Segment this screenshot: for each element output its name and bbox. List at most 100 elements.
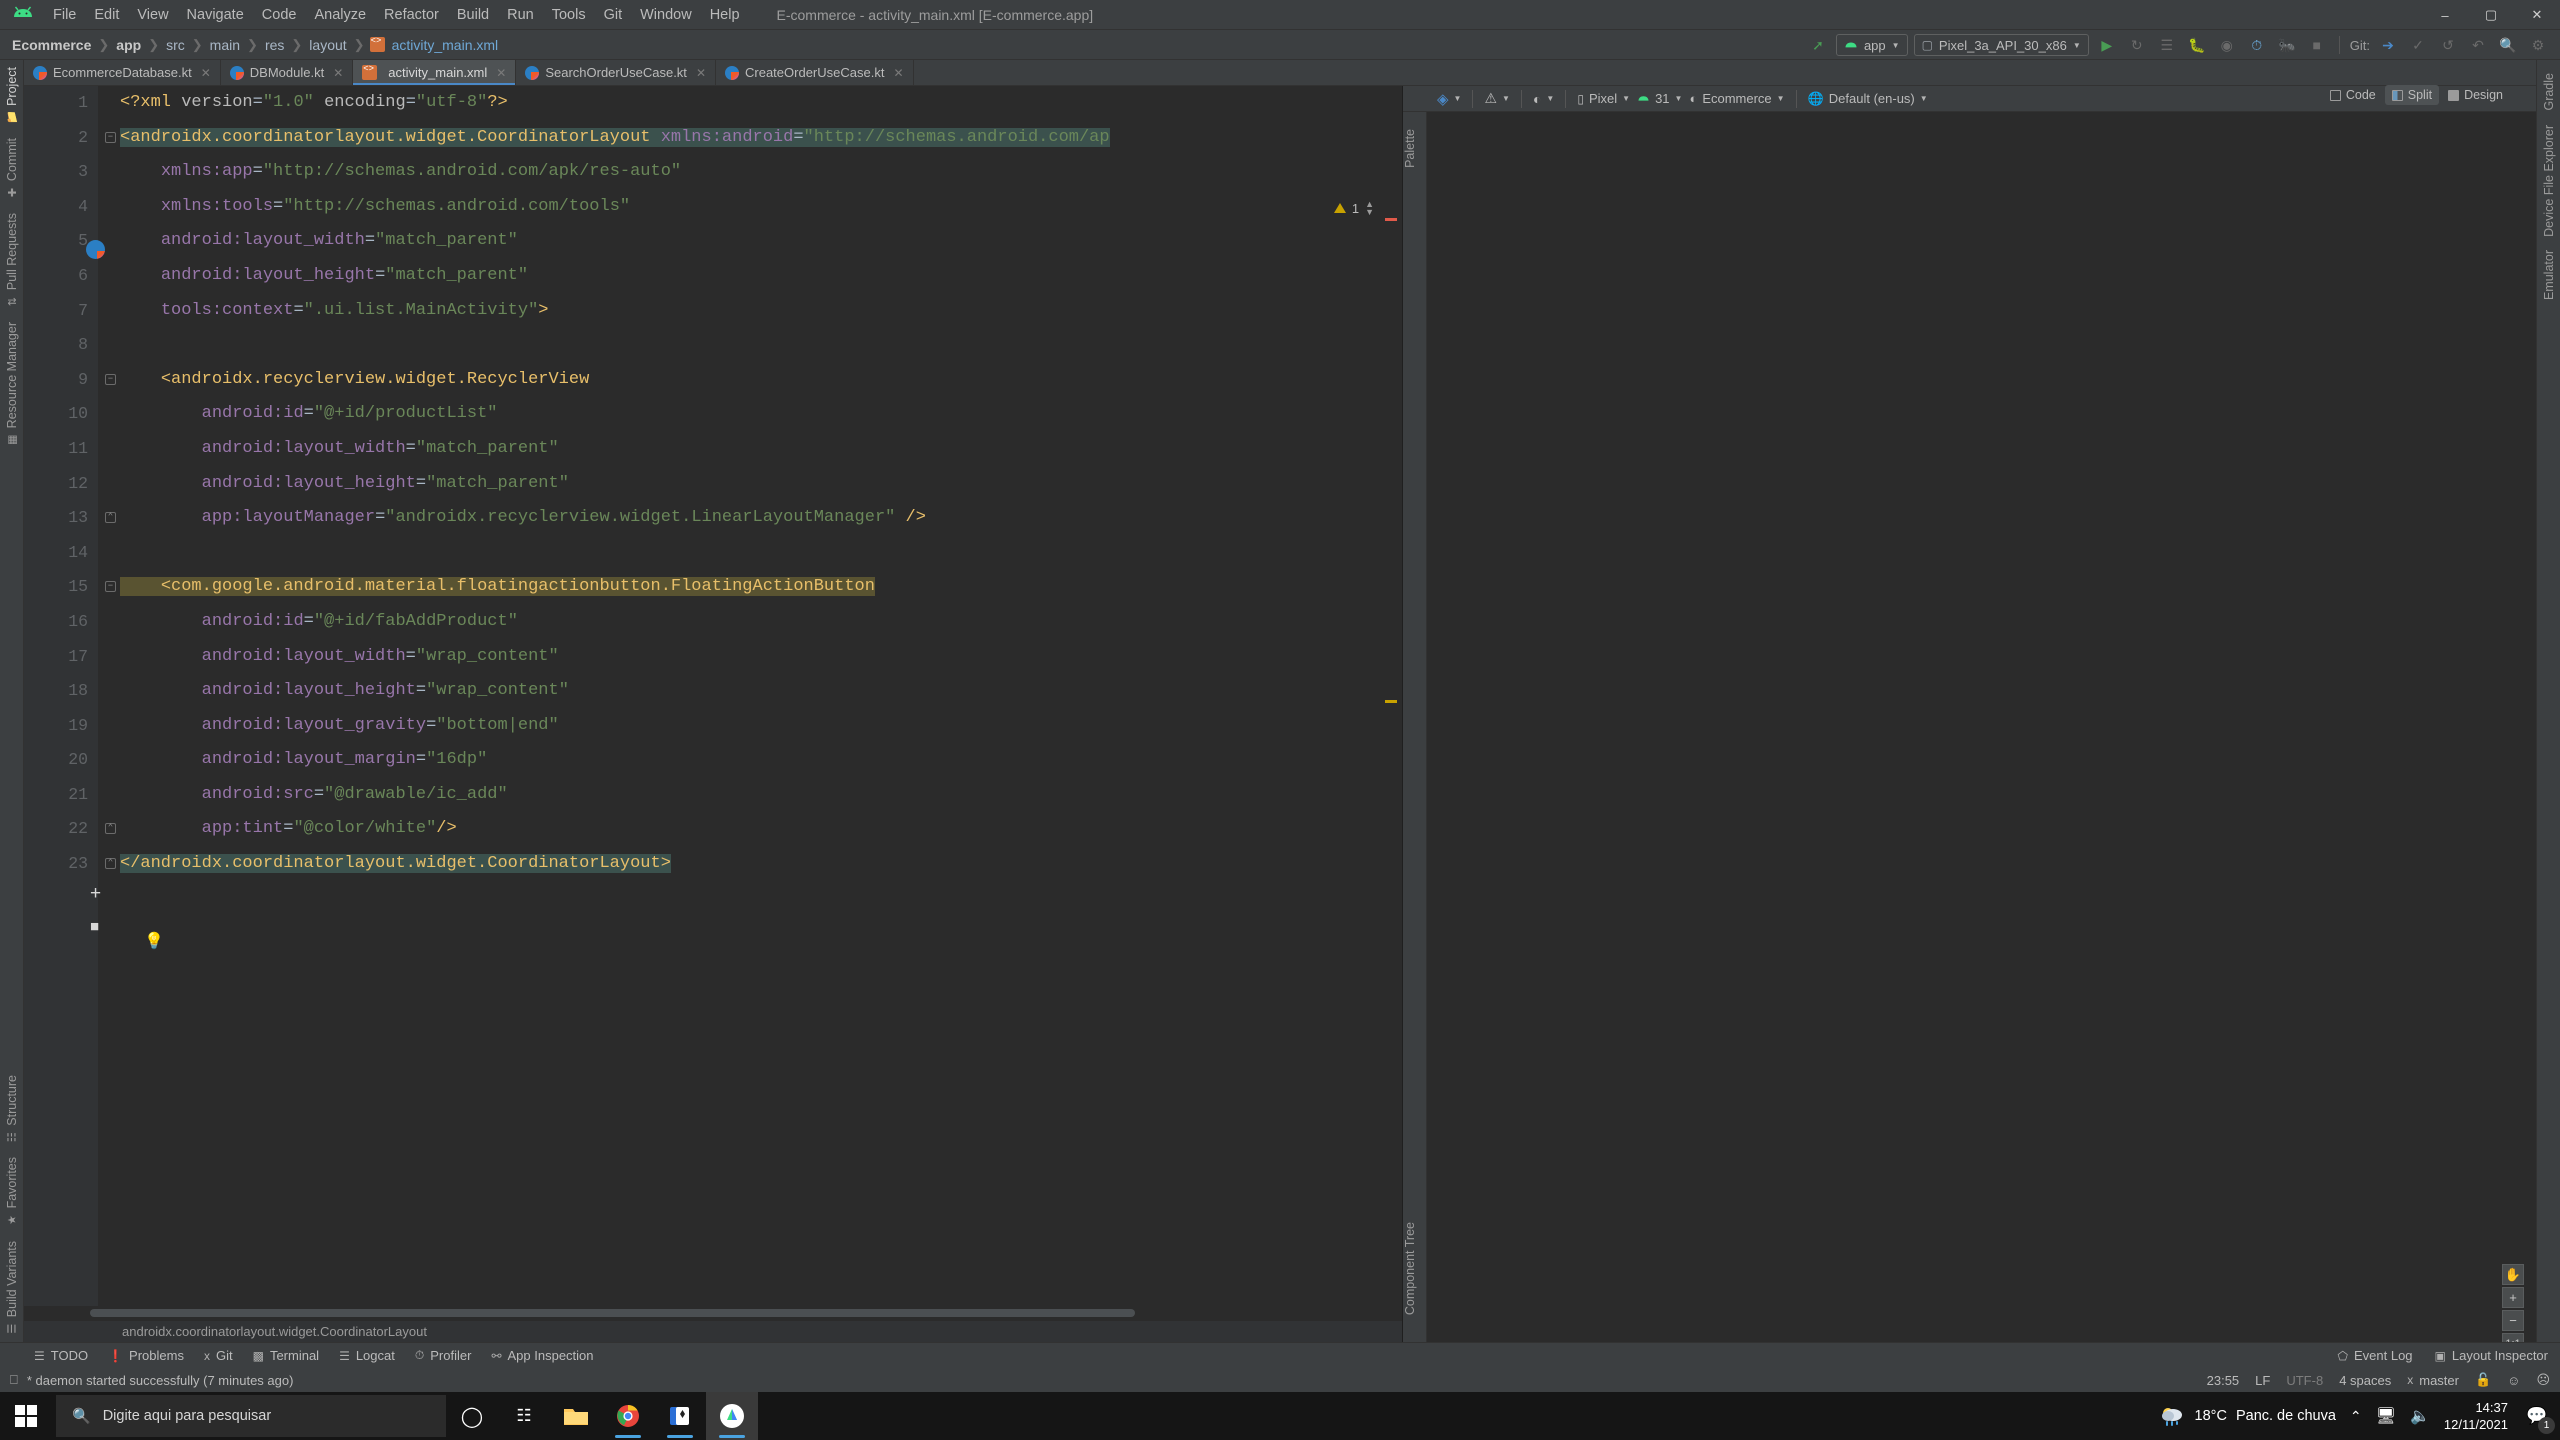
line-number[interactable]: 1 (24, 86, 98, 121)
design-canvas[interactable]: Palette Component Tree ⎡ Item 0Item 1Ite… (1403, 112, 2536, 1342)
line-number[interactable]: 6 (24, 259, 98, 294)
line-number[interactable]: 8 (24, 328, 98, 363)
tool-window-event-log[interactable]: ⬠ Event Log (2338, 1348, 2413, 1363)
tool-window-profiler[interactable]: ⏱ Profiler (415, 1348, 472, 1363)
line-number[interactable]: 4 (24, 190, 98, 225)
rollback-icon[interactable]: ↶ (2466, 34, 2490, 56)
menu-item-analyze[interactable]: Analyze (305, 5, 375, 25)
menu-item-code[interactable]: Code (253, 5, 306, 25)
happy-face-icon[interactable]: ☺ (2507, 1373, 2520, 1388)
sad-face-icon[interactable]: ☹ (2536, 1372, 2550, 1388)
menu-item-git[interactable]: Git (595, 5, 632, 25)
chevron-up-icon[interactable]: ⌃ (2350, 1408, 2362, 1425)
file-tab-searchorderusecase[interactable]: SearchOrderUseCase.kt ✕ (516, 60, 716, 85)
git-branch-widget[interactable]: x master (2407, 1373, 2459, 1388)
close-icon[interactable]: ✕ (496, 66, 506, 80)
sidebar-item-device-file-explorer[interactable]: Device File Explorer (2542, 118, 2556, 244)
line-number[interactable]: 14 (24, 536, 98, 571)
edit-configurations-icon[interactable]: ☰ (2155, 34, 2179, 56)
code-line[interactable]: <com.google.android.material.floatingact… (105, 570, 1402, 605)
indent-setting[interactable]: 4 spaces (2339, 1373, 2391, 1388)
code-line[interactable]: app:layoutManager="androidx.recyclerview… (105, 501, 1402, 536)
sidebar-item-project[interactable]: 📁 Project (5, 60, 19, 131)
taskbar-search-input[interactable]: 🔍 Digite aqui para pesquisar (56, 1395, 446, 1437)
code-editor[interactable]: 1 2 3 4 5 6 7 8 9 10 11 12 13 14 15 16 17 18 19 20 21 22 23 <?… (24, 86, 1402, 1342)
menu-item-file[interactable]: File (44, 5, 85, 25)
device-selector[interactable]: ▯ Pixel ▼ (1577, 91, 1630, 106)
menu-item-window[interactable]: Window (631, 5, 701, 25)
network-icon[interactable]: 🖥 (2376, 1406, 2396, 1426)
line-number[interactable]: 19 (24, 709, 98, 744)
kotlin-gutter-icon[interactable] (86, 240, 108, 262)
breadcrumb-item-main[interactable]: main (208, 37, 242, 53)
menu-item-help[interactable]: Help (701, 5, 749, 25)
menu-item-build[interactable]: Build (448, 5, 498, 25)
design-surface-icon[interactable]: ◈ ▼ (1437, 90, 1461, 108)
code-fold-toggle[interactable]: − (105, 373, 116, 385)
line-number[interactable]: 10 (24, 397, 98, 432)
code-line[interactable]: <?xml version="1.0" encoding="utf-8"?> (120, 86, 1402, 121)
breadcrumb-item-app[interactable]: app (114, 37, 143, 53)
taskbar-clock[interactable]: 14:37 12/11/2021 (2444, 1399, 2508, 1433)
breadcrumb-item-project[interactable]: Ecommerce (10, 37, 93, 53)
code-line[interactable]: android:src="@drawable/ic_add" (120, 778, 1402, 813)
tool-window-git[interactable]: x Git (204, 1348, 233, 1363)
line-number[interactable]: 9 (24, 363, 98, 398)
line-number[interactable]: 7 (24, 294, 98, 329)
code-line[interactable]: android:layout_height="match_parent" (120, 259, 1402, 294)
line-number[interactable]: 2 (24, 121, 98, 156)
line-number[interactable]: 16 (24, 605, 98, 640)
stop-gutter-icon[interactable]: ■ (90, 918, 99, 935)
line-number[interactable]: 13 (24, 501, 98, 536)
breadcrumb-item-res[interactable]: res (263, 37, 286, 53)
attach-debugger-icon[interactable]: 🐜 (2275, 34, 2299, 56)
editor-code-area[interactable]: <?xml version="1.0" encoding="utf-8"?> <a… (98, 86, 1402, 1306)
search-everywhere-icon[interactable]: 🔍 (2496, 34, 2520, 56)
code-line[interactable]: android:layout_height="match_parent" (120, 467, 1402, 502)
sidebar-item-pull-requests[interactable]: ⇅ Pull Requests (5, 206, 19, 315)
code-line[interactable]: app:tint="@color/white"/> ⌃ (105, 812, 1402, 847)
close-button[interactable]: ✕ (2514, 0, 2560, 30)
history-icon[interactable]: ↺ (2436, 34, 2460, 56)
code-line[interactable]: android:layout_width="match_parent" (120, 432, 1402, 467)
menu-item-edit[interactable]: Edit (85, 5, 128, 25)
file-tab-activity-main-xml[interactable]: activity_main.xml ✕ (353, 60, 517, 85)
line-number[interactable]: 11 (24, 432, 98, 467)
volume-icon[interactable]: 🔈 (2410, 1406, 2430, 1426)
menu-item-run[interactable]: Run (498, 5, 543, 25)
run-configuration-selector[interactable]: app ▼ (1835, 34, 1908, 56)
code-line[interactable]: android:layout_gravity="bottom|end" (120, 709, 1402, 744)
warning-marker[interactable] (1385, 700, 1397, 703)
profile-icon[interactable]: ◉ (2215, 34, 2239, 56)
code-line[interactable]: xmlns:tools="http://schemas.android.com/… (120, 190, 1402, 225)
back-arrow-icon[interactable]: ➚ (1806, 34, 1830, 56)
solitaire-icon[interactable] (654, 1392, 706, 1440)
tool-window-logcat[interactable]: ☰ Logcat (339, 1348, 395, 1363)
close-icon[interactable]: ✕ (893, 66, 903, 80)
inspection-widget[interactable]: 1 ▲ ▼ (1333, 200, 1374, 217)
code-line[interactable]: tools:context=".ui.list.MainActivity"> (120, 294, 1402, 329)
line-number[interactable]: 23 (24, 847, 98, 882)
run-icon[interactable]: ▶ (2095, 34, 2119, 56)
close-icon[interactable]: ✕ (696, 66, 706, 80)
sidebar-item-emulator[interactable]: Emulator (2542, 243, 2556, 307)
code-line[interactable]: android:layout_height="wrap_content" (120, 674, 1402, 709)
editor-horizontal-scrollbar[interactable] (24, 1306, 1402, 1320)
code-line[interactable]: <androidx.recyclerview.widget.RecyclerVi… (105, 363, 1402, 398)
line-number[interactable]: 18 (24, 674, 98, 709)
theme-selector[interactable]: ◐ Ecommerce ▼ (1689, 91, 1784, 106)
tool-window-app-inspection[interactable]: ⚯ App Inspection (491, 1348, 593, 1363)
api-level-selector[interactable]: 31 ▼ (1637, 91, 1682, 106)
mode-split[interactable]: Split (2384, 85, 2440, 105)
run-coverage-icon[interactable]: ⏱ (2245, 34, 2269, 56)
sidebar-item-gradle[interactable]: Gradle (2542, 66, 2556, 118)
sidebar-item-component-tree[interactable]: Component Tree (1403, 1215, 1417, 1322)
sidebar-item-resource-manager[interactable]: ▦ Resource Manager (5, 315, 19, 453)
line-number[interactable]: 21 (24, 778, 98, 813)
close-icon[interactable]: ✕ (201, 66, 211, 80)
code-line[interactable]: </androidx.coordinatorlayout.widget.Coor… (105, 847, 1402, 882)
menu-item-tools[interactable]: Tools (543, 5, 595, 25)
sidebar-item-favorites[interactable]: ★ Favorites (5, 1150, 19, 1233)
maximize-button[interactable]: ▢ (2468, 0, 2514, 30)
code-fold-toggle[interactable]: ⌃ (105, 858, 116, 870)
